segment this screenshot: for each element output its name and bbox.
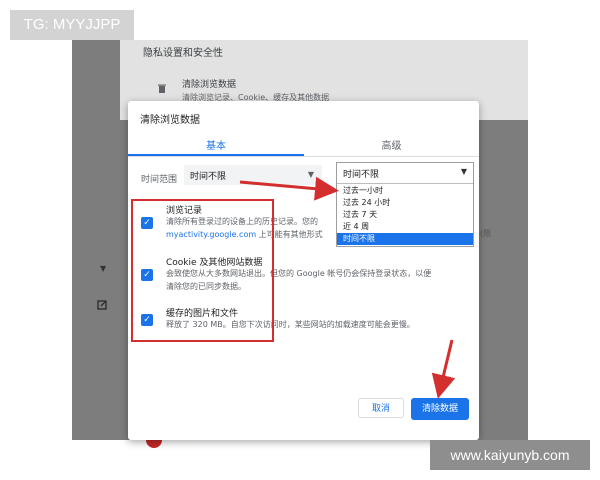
arrow-to-dropdown (239, 176, 339, 201)
arrow-to-clear-button (431, 339, 456, 399)
watermark-top-left: TG: MYYJJPP (10, 10, 134, 40)
watermark-bottom-right: www.kaiyunyb.com (430, 440, 590, 470)
annotation-arrows (239, 176, 456, 399)
